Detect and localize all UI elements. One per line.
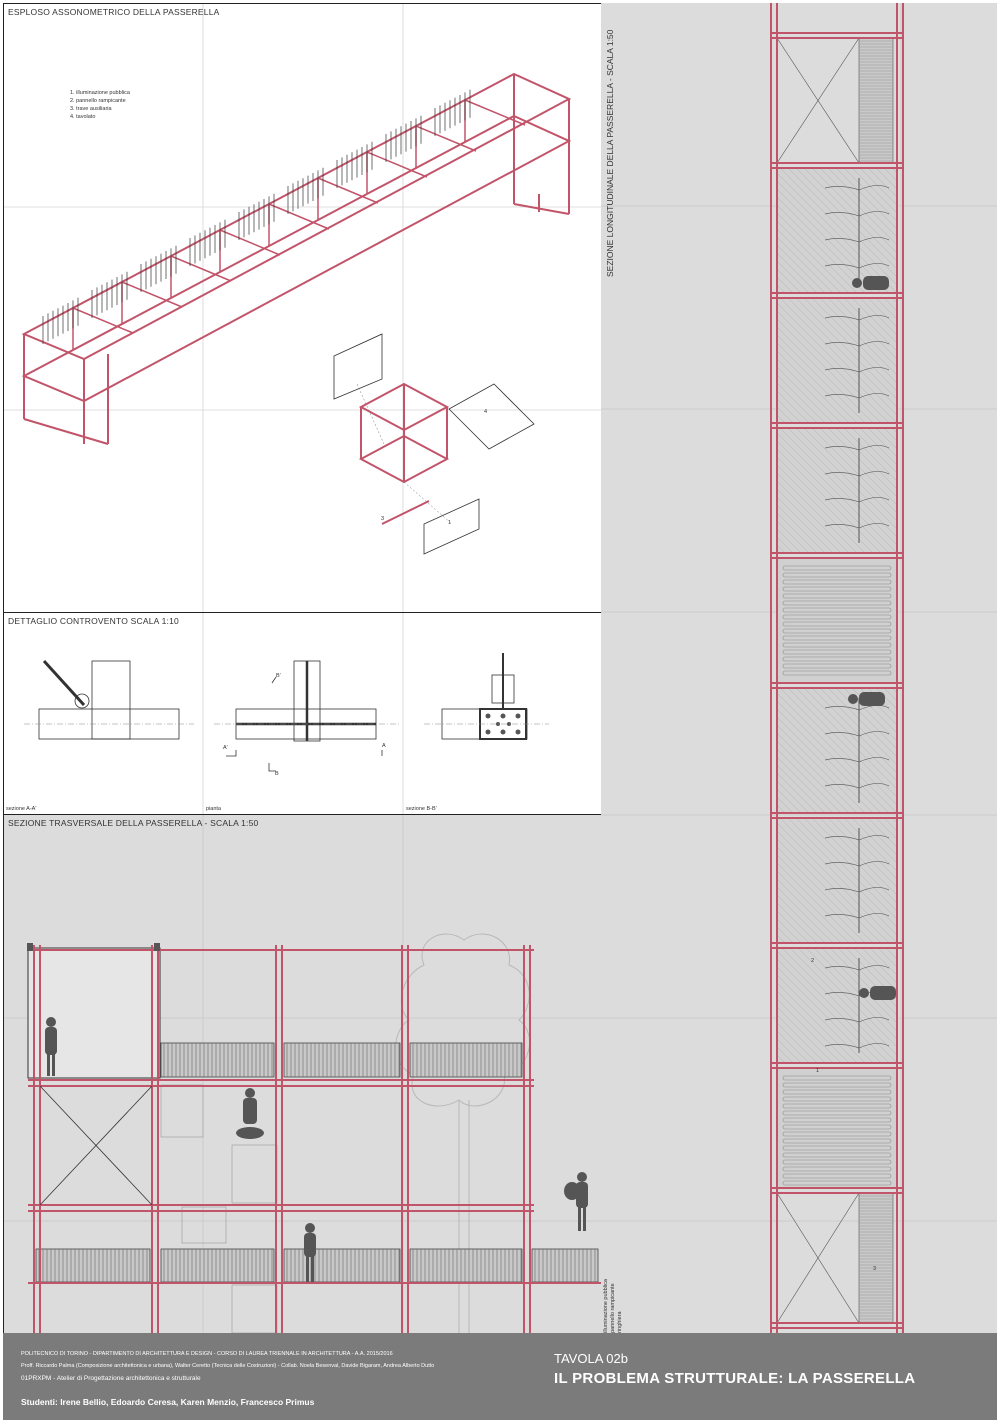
bracing-detail-panel: DETTAGLIO CONTROVENTO SCALA 1:10 sezione… [3, 612, 602, 815]
longitudinal-section-drawing [601, 3, 997, 1339]
detail-title: DETTAGLIO CONTROVENTO SCALA 1:10 [8, 616, 179, 626]
exploded-callout-3: 3 [381, 516, 385, 522]
exploded-callout-4: 4 [484, 409, 488, 415]
section-mark-a: A [382, 743, 386, 749]
title-block: POLITECNICO DI TORINO - DIPARTIMENTO DI … [3, 1333, 997, 1420]
longitudinal-title: SEZIONE LONGITUDINALE DELLA PASSERELLA -… [605, 29, 615, 277]
section-mark-b: B [275, 771, 279, 777]
exploded-title: ESPLOSO ASSONOMETRICO DELLA PASSERELLA [8, 7, 220, 17]
longitudinal-callout-2: 2 [811, 958, 815, 964]
section-mark-a-prime: A' [223, 745, 228, 751]
bracing-detail-drawing [24, 613, 549, 814]
longitudinal-callout-3: 3 [873, 1266, 877, 1272]
longitudinal-callout-1: 1 [816, 1068, 820, 1074]
footer-course: 01PRXPM - Atelier di Progettazione archi… [21, 1375, 201, 1382]
exploded-legend-item-1: 1. illuminazione pubblica [70, 90, 130, 96]
subview-label-plan: pianta [206, 806, 221, 812]
exploded-axonometry-panel: ESPLOSO ASSONOMETRICO DELLA PASSERELLA 1… [3, 3, 602, 613]
exploded-legend-item-4: 4. tavolato [70, 114, 96, 120]
transversal-section-drawing [4, 815, 601, 1333]
longitudinal-legend-item-1: 1. illuminazione pubblica [603, 1279, 609, 1339]
exploded-legend-item-3: 3. trave ausiliaria [70, 106, 112, 112]
exploded-legend-item-2: 2. pannello rampicante [70, 98, 126, 104]
subview-label-section-a: sezione A-A' [6, 806, 37, 812]
footer-institution: POLITECNICO DI TORINO - DIPARTIMENTO DI … [21, 1351, 393, 1357]
board-number: TAVOLA 02b [554, 1351, 628, 1366]
transversal-title: SEZIONE TRASVERSALE DELLA PASSERELLA - S… [8, 818, 259, 828]
exploded-callout-1: 1 [448, 520, 452, 526]
board-title: IL PROBLEMA STRUTTURALE: LA PASSERELLA [554, 1370, 916, 1387]
transversal-section-panel: SEZIONE TRASVERSALE DELLA PASSERELLA - S… [3, 814, 602, 1420]
subview-label-section-b: sezione B-B' [406, 806, 437, 812]
footer-students: Studenti: Irene Bellio, Edoardo Ceresa, … [21, 1397, 315, 1407]
footer-professors: Proff. Riccardo Palma (Composizione arch… [21, 1363, 435, 1369]
longitudinal-legend-item-2: 2. pannello rampicante [610, 1283, 616, 1339]
section-mark-b-prime: B' [276, 673, 281, 679]
longitudinal-section-panel: SEZIONE LONGITUDINALE DELLA PASSERELLA -… [601, 3, 997, 1339]
